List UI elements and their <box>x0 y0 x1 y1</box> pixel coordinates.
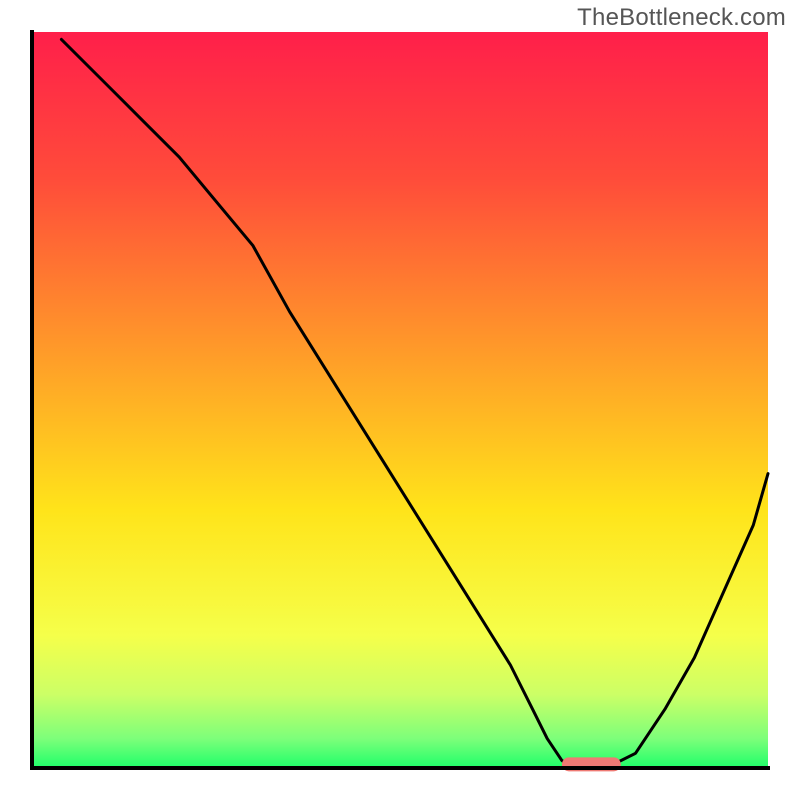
chart-svg <box>0 0 800 800</box>
gradient-background <box>32 32 768 768</box>
bottleneck-chart: TheBottleneck.com <box>0 0 800 800</box>
watermark-text: TheBottleneck.com <box>577 4 786 32</box>
